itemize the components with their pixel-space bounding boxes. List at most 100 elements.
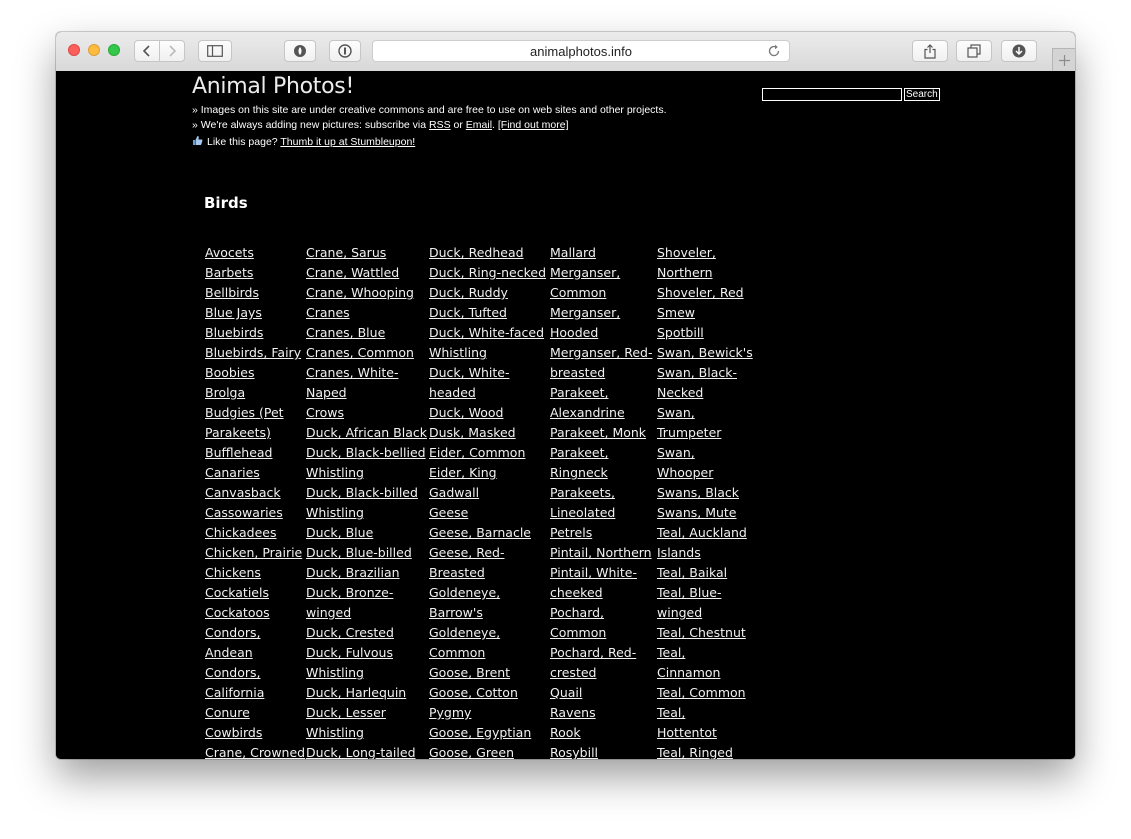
bird-link[interactable]: Duck, White- — [429, 365, 509, 380]
email-link[interactable]: Email — [466, 119, 492, 131]
share-button[interactable] — [912, 40, 948, 62]
bird-link[interactable]: Swan, — [657, 445, 695, 460]
zoom-window-button[interactable] — [108, 44, 120, 56]
tab-overview-button[interactable] — [956, 40, 992, 62]
bird-link[interactable]: Crows — [306, 405, 344, 420]
bird-link[interactable]: Bluebirds — [205, 325, 263, 340]
bird-link[interactable]: Shoveler, Red — [657, 285, 744, 300]
bird-link[interactable]: Whistling — [306, 465, 364, 480]
bird-link[interactable]: Pochard, — [550, 605, 604, 620]
bird-link[interactable]: Duck, Brazilian — [306, 565, 400, 580]
bird-link[interactable]: cheeked — [550, 585, 603, 600]
bird-link[interactable]: Barbets — [205, 265, 253, 280]
bird-link[interactable]: Teal, Common — [657, 685, 746, 700]
bird-link[interactable]: Chickens — [205, 565, 261, 580]
bird-link[interactable]: winged — [657, 605, 702, 620]
bird-link[interactable]: Goldeneye, — [429, 585, 500, 600]
bird-link[interactable]: Parakeet, — [550, 445, 608, 460]
bird-link[interactable]: Duck, Blue-billed — [306, 545, 412, 560]
bird-link[interactable]: Goose, Green — [429, 745, 514, 759]
sidebar-button[interactable] — [198, 40, 232, 62]
bird-link[interactable]: Quail — [550, 685, 582, 700]
bird-link[interactable]: Common — [550, 285, 606, 300]
bird-link[interactable]: winged — [306, 605, 351, 620]
bird-link[interactable]: Geese — [429, 505, 468, 520]
bird-link[interactable]: Whistling — [306, 505, 364, 520]
bird-link[interactable]: Goose, Egyptian — [429, 725, 531, 740]
bird-link[interactable]: Condors, — [205, 625, 261, 640]
bird-link[interactable]: Crane, Whooping — [306, 285, 414, 300]
bird-link[interactable]: Bufflehead — [205, 445, 272, 460]
bird-link[interactable]: Pygmy — [429, 705, 471, 720]
bird-link[interactable]: Duck, Black-billed — [306, 485, 418, 500]
bird-link[interactable]: Teal, Auckland — [657, 525, 747, 540]
bird-link[interactable]: Budgies (Pet — [205, 405, 284, 420]
bird-link[interactable]: Cranes, Common — [306, 345, 414, 360]
bird-link[interactable]: Barrow's — [429, 605, 483, 620]
bird-link[interactable]: Gadwall — [429, 485, 479, 500]
bird-link[interactable]: Shoveler, — [657, 245, 716, 260]
bird-link[interactable]: Duck, Crested — [306, 625, 394, 640]
bird-link[interactable]: Naped — [306, 385, 347, 400]
bird-link[interactable]: Teal, — [657, 645, 685, 660]
bird-link[interactable]: Conure — [205, 705, 250, 720]
new-tab-button[interactable] — [1052, 48, 1075, 72]
bird-link[interactable]: Islands — [657, 545, 701, 560]
bird-link[interactable]: Smew — [657, 305, 695, 320]
bird-link[interactable]: Teal, Ringed — [657, 745, 733, 759]
bird-link[interactable]: Teal, Chestnut — [657, 625, 746, 640]
bird-link[interactable]: Eider, King — [429, 465, 497, 480]
forward-button[interactable] — [159, 40, 185, 62]
bird-link[interactable]: Duck, Lesser — [306, 705, 386, 720]
bird-link[interactable]: crested — [550, 665, 596, 680]
bird-link[interactable]: Eider, Common — [429, 445, 525, 460]
search-input[interactable] — [762, 88, 902, 101]
bird-link[interactable]: Mallard — [550, 245, 596, 260]
bird-link[interactable]: Swan, Black- — [657, 365, 737, 380]
back-button[interactable] — [134, 40, 160, 62]
bird-link[interactable]: Merganser, — [550, 305, 620, 320]
bird-link[interactable]: Chickadees — [205, 525, 277, 540]
bird-link[interactable]: Cranes, White- — [306, 365, 398, 380]
extension-button[interactable] — [284, 40, 316, 62]
bird-link[interactable]: Boobies — [205, 365, 254, 380]
bird-link[interactable]: Canvasback — [205, 485, 281, 500]
bird-link[interactable]: Avocets — [205, 245, 254, 260]
bird-link[interactable]: Geese, Red- — [429, 545, 504, 560]
bird-link[interactable]: Cassowaries — [205, 505, 283, 520]
bird-link[interactable]: Duck, Blue — [306, 525, 373, 540]
bird-link[interactable]: headed — [429, 385, 476, 400]
bird-link[interactable]: Parakeet, Monk — [550, 425, 646, 440]
bird-link[interactable]: Crane, Wattled — [306, 265, 399, 280]
bird-link[interactable]: Cranes — [306, 305, 350, 320]
bird-link[interactable]: Duck, Long-tailed — [306, 745, 416, 759]
bird-link[interactable]: Canaries — [205, 465, 260, 480]
bird-link[interactable]: Lineolated — [550, 505, 615, 520]
bird-link[interactable]: Hooded — [550, 325, 598, 340]
bird-link[interactable]: Duck, Bronze- — [306, 585, 393, 600]
bird-link[interactable]: breasted — [550, 365, 605, 380]
bird-link[interactable]: Breasted — [429, 565, 485, 580]
bird-link[interactable]: Bluebirds, Fairy — [205, 345, 301, 360]
bird-link[interactable]: Pintail, Northern — [550, 545, 652, 560]
bird-link[interactable]: Duck, Fulvous — [306, 645, 393, 660]
address-bar[interactable]: animalphotos.info — [372, 40, 790, 62]
bird-link[interactable]: Teal, Baikal — [657, 565, 727, 580]
bird-link[interactable]: Swans, Mute — [657, 505, 737, 520]
bird-link[interactable]: Spotbill — [657, 325, 704, 340]
bird-link[interactable]: Cowbirds — [205, 725, 262, 740]
bird-link[interactable]: Duck, Ring-necked — [429, 265, 546, 280]
bird-link[interactable]: Parakeets, — [550, 485, 615, 500]
bird-link[interactable]: Goose, Brent — [429, 665, 510, 680]
bird-link[interactable]: Swans, Black — [657, 485, 739, 500]
bird-link[interactable]: Ravens — [550, 705, 596, 720]
bird-link[interactable]: Whooper — [657, 465, 713, 480]
bird-link[interactable]: Rosybill — [550, 745, 598, 759]
bird-link[interactable]: Alexandrine — [550, 405, 625, 420]
bird-link[interactable]: Goldeneye, — [429, 625, 500, 640]
bird-link[interactable]: Cranes, Blue — [306, 325, 385, 340]
bird-link[interactable]: Common — [429, 645, 485, 660]
bird-link[interactable]: Crane, Sarus — [306, 245, 386, 260]
reload-icon[interactable] — [768, 44, 781, 58]
bird-link[interactable]: Geese, Barnacle — [429, 525, 531, 540]
